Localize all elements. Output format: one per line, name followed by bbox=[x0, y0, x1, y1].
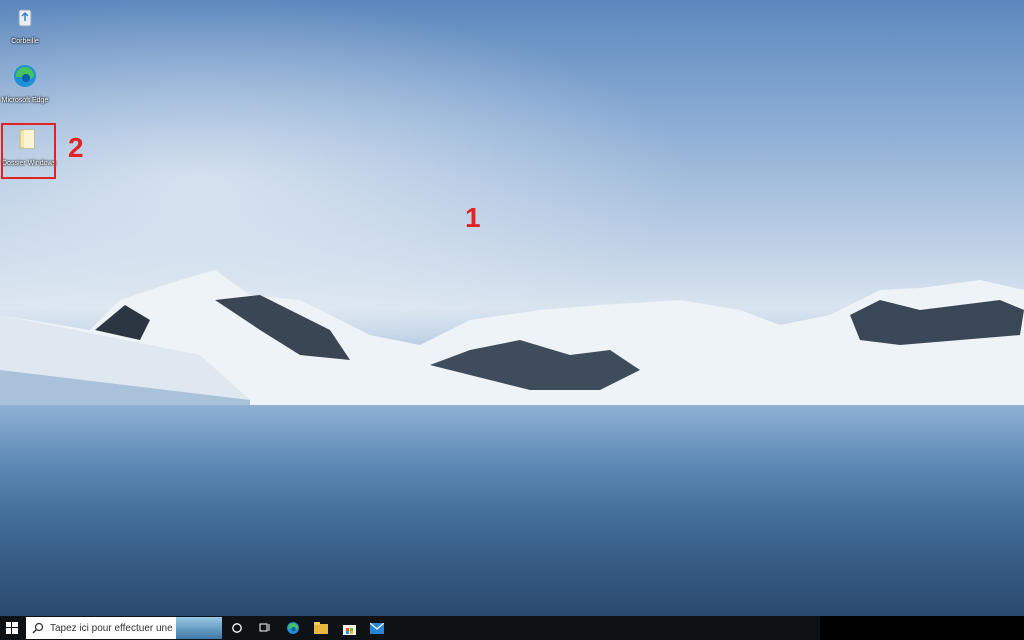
taskbar-edge-button[interactable] bbox=[281, 616, 305, 640]
desktop-icon-label: Microsoft Edge bbox=[1, 97, 49, 104]
callout-number-1: 1 bbox=[465, 202, 481, 233]
callout-number-2: 2 bbox=[68, 132, 84, 163]
desktop-icon-label: Corbeille bbox=[11, 38, 39, 45]
lake-water bbox=[0, 405, 1024, 616]
search-highlight-image bbox=[176, 617, 222, 639]
start-button[interactable] bbox=[0, 616, 24, 640]
task-view-icon bbox=[259, 623, 270, 632]
search-icon bbox=[32, 622, 44, 634]
file-explorer-icon bbox=[314, 622, 328, 634]
highlight-box bbox=[1, 123, 56, 179]
windows-start-icon bbox=[6, 622, 18, 634]
cortana-button[interactable] bbox=[225, 616, 249, 640]
desktop-background[interactable]: Corbeille Microsoft Edge Dossier Windows… bbox=[0, 0, 1024, 616]
taskbar-search-box[interactable]: Tapez ici pour effectuer une bbox=[26, 617, 222, 639]
store-button[interactable] bbox=[337, 616, 361, 640]
mail-button[interactable] bbox=[365, 616, 389, 640]
recycle-bin-icon bbox=[18, 9, 32, 27]
desktop-icon-recycle-bin[interactable]: Corbeille bbox=[0, 4, 50, 45]
store-icon bbox=[342, 624, 356, 635]
mail-icon bbox=[370, 622, 384, 634]
edge-icon bbox=[14, 65, 36, 87]
desktop-icon-edge[interactable]: Microsoft Edge bbox=[0, 63, 50, 104]
taskbar-tray-area bbox=[820, 616, 1024, 640]
edge-icon bbox=[287, 622, 299, 634]
cortana-icon bbox=[232, 623, 242, 633]
task-view-button[interactable] bbox=[253, 616, 277, 640]
file-explorer-button[interactable] bbox=[309, 616, 333, 640]
search-placeholder: Tapez ici pour effectuer une bbox=[50, 622, 173, 634]
